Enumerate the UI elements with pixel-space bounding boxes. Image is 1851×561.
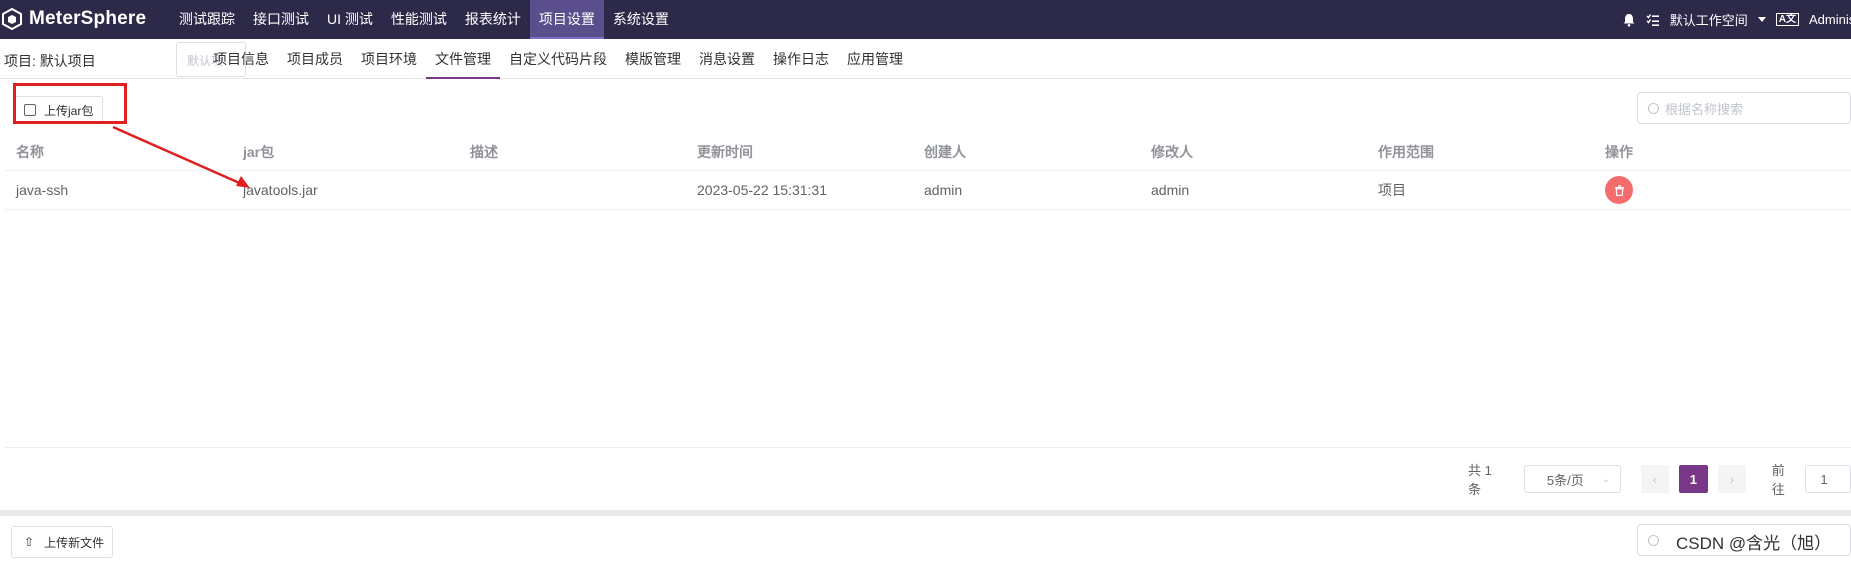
table-row: java-ssh javatools.jar 2023-05-22 15:31:…: [5, 171, 1851, 210]
upload-icon: ⇧: [24, 535, 35, 549]
header-scope: 作用范围: [1378, 143, 1434, 160]
project-subnav-bar: 项目: 默认项目 默认项 项目信息 项目成员 项目环境 文件管理 自定义代码片段…: [0, 39, 1851, 79]
tab-project-members[interactable]: 项目成员: [278, 39, 352, 79]
tab-message-settings[interactable]: 消息设置: [690, 39, 764, 79]
cell-creator: admin: [924, 182, 963, 198]
pagination-total: 共 1 条: [1468, 463, 1492, 497]
goto-page-input[interactable]: 1: [1805, 465, 1851, 493]
tab-template-management[interactable]: 模版管理: [616, 39, 690, 79]
tab-operation-log[interactable]: 操作日志: [764, 39, 838, 79]
page-size-value: 5条/页: [1546, 472, 1584, 488]
search-icon: [1648, 102, 1659, 114]
next-page-button[interactable]: ›: [1718, 465, 1746, 493]
search-input[interactable]: 根据名称搜索: [1637, 92, 1851, 124]
table-header: 名称 jar包 描述 更新时间 创建人 修改人 作用范围 操作: [5, 133, 1851, 171]
search-placeholder: 根据名称搜索: [1665, 101, 1744, 117]
header-actions: 操作: [1605, 143, 1633, 160]
tab-project-env[interactable]: 项目环境: [352, 39, 426, 79]
delete-button[interactable]: [1605, 176, 1633, 204]
main-nav: 测试跟踪 接口测试 UI 测试 性能测试 报表统计 项目设置 系统设置: [170, 0, 678, 39]
nav-ui-test[interactable]: UI 测试: [318, 0, 382, 39]
page-size-select[interactable]: 5条/页 ⌄: [1523, 465, 1621, 493]
cell-actions: [1594, 176, 1820, 204]
nav-project-settings[interactable]: 项目设置: [529, 0, 604, 39]
annotation-highlight-box: [13, 83, 127, 124]
user-menu[interactable]: Administ: [1809, 12, 1851, 27]
cell-jar: javatools.jar: [243, 182, 318, 198]
language-icon[interactable]: A文: [1775, 13, 1799, 26]
pagination: 共 1 条 5条/页 ⌄ ‹ 1 › 前往 1: [1468, 460, 1851, 498]
chevron-down-icon: ⌄: [1601, 473, 1610, 485]
tab-custom-code-snippets[interactable]: 自定义代码片段: [500, 39, 616, 79]
chevron-left-icon: ‹: [1652, 471, 1657, 487]
cell-modifier: admin: [1151, 182, 1190, 198]
header-jar: jar包: [243, 143, 275, 160]
watermark: CSDN @含光（旭）: [1676, 534, 1832, 553]
nav-report[interactable]: 报表统计: [456, 0, 530, 39]
header-creator: 创建人: [924, 143, 966, 160]
nav-performance-test[interactable]: 性能测试: [382, 0, 456, 39]
chevron-right-icon: ›: [1729, 471, 1735, 487]
tab-project-info[interactable]: 项目信息: [204, 39, 278, 79]
cell-name: java-ssh: [16, 182, 69, 198]
app-name: MeterSphere: [29, 8, 147, 29]
top-right-tools: 默认工作空间 A文 Administ: [1622, 0, 1851, 39]
trash-icon: [1614, 185, 1624, 196]
task-list-icon[interactable]: [1646, 13, 1660, 27]
cell-updated: 2023-05-22 15:31:31: [697, 182, 827, 198]
goto-label: 前往: [1771, 463, 1785, 497]
header-desc: 描述: [470, 143, 498, 160]
prev-page-button[interactable]: ‹: [1640, 465, 1669, 493]
tab-app-management[interactable]: 应用管理: [838, 39, 912, 79]
section-divider: [0, 510, 1851, 516]
cell-scope: 项目: [1378, 182, 1406, 198]
top-navbar: MeterSphere 测试跟踪 接口测试 UI 测试 性能测试 报表统计 项目…: [0, 0, 1851, 39]
search-icon: [1648, 534, 1659, 546]
project-tabs: 项目信息 项目成员 项目环境 文件管理 自定义代码片段 模版管理 消息设置 操作…: [204, 39, 912, 79]
nav-test-track[interactable]: 测试跟踪: [170, 0, 244, 39]
bell-icon[interactable]: [1622, 13, 1636, 27]
header-updated: 更新时间: [697, 143, 753, 160]
header-name: 名称: [16, 143, 44, 160]
nav-system-settings[interactable]: 系统设置: [604, 0, 678, 39]
chevron-down-icon[interactable]: [1757, 17, 1766, 22]
header-modifier: 修改人: [1151, 143, 1193, 160]
app-logo[interactable]: MeterSphere: [0, 8, 146, 30]
jar-table: 名称 jar包 描述 更新时间 创建人 修改人 作用范围 操作 java-ssh…: [5, 133, 1851, 210]
workspace-switcher[interactable]: 默认工作空间: [1670, 10, 1748, 29]
tab-file-management[interactable]: 文件管理: [426, 39, 500, 79]
metersphere-logo-icon: [2, 8, 22, 30]
page-number-current[interactable]: 1: [1678, 465, 1709, 493]
nav-api-test[interactable]: 接口测试: [244, 0, 318, 39]
table-bottom-border: [5, 447, 1851, 448]
upload-file-label: 上传新文件: [44, 535, 105, 550]
upload-file-button[interactable]: ⇧ 上传新文件: [11, 526, 113, 558]
current-project-label: 项目: 默认项目: [4, 53, 96, 69]
